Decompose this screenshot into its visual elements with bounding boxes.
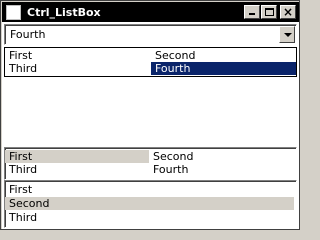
chevron-down-icon [284,33,292,37]
list-item[interactable]: Third [5,163,149,176]
window-title: Ctrl_ListBox [27,5,101,19]
client-area: Fourth First Second Third Fourth First S… [2,22,299,229]
maximize-button[interactable] [261,5,277,19]
app-icon [6,4,21,20]
list-item[interactable]: First [5,183,294,196]
single-column-listbox[interactable]: First Second Third [4,180,297,228]
minimize-button[interactable] [244,5,260,19]
minimize-icon [249,13,255,15]
combo-dropdown-list[interactable]: First Second Third Fourth [4,47,297,77]
close-button[interactable]: × [280,5,296,19]
close-icon: × [282,5,294,19]
list-item[interactable]: Second [151,49,296,62]
combo-dropdown-button[interactable] [279,26,295,43]
title-bar[interactable]: Ctrl_ListBox × [2,2,299,22]
list-item-selected[interactable]: Fourth [151,62,296,75]
list-item[interactable]: Third [5,211,294,224]
combo-value: Fourth [10,28,46,41]
list-item[interactable]: First [5,49,150,62]
list-item[interactable]: Fourth [149,163,294,176]
maximize-icon [265,8,274,16]
multicolumn-listbox[interactable]: First Second Third Fourth [4,147,297,180]
list-item[interactable]: Second [149,150,294,163]
list-item[interactable]: Third [5,62,150,75]
list-item-selected[interactable]: Second [5,197,294,210]
window-controls: × [244,5,296,19]
app-window: Ctrl_ListBox × Fourth First Second Third… [0,0,300,230]
combo-box[interactable]: Fourth [4,24,297,45]
list-item-selected[interactable]: First [5,150,149,163]
